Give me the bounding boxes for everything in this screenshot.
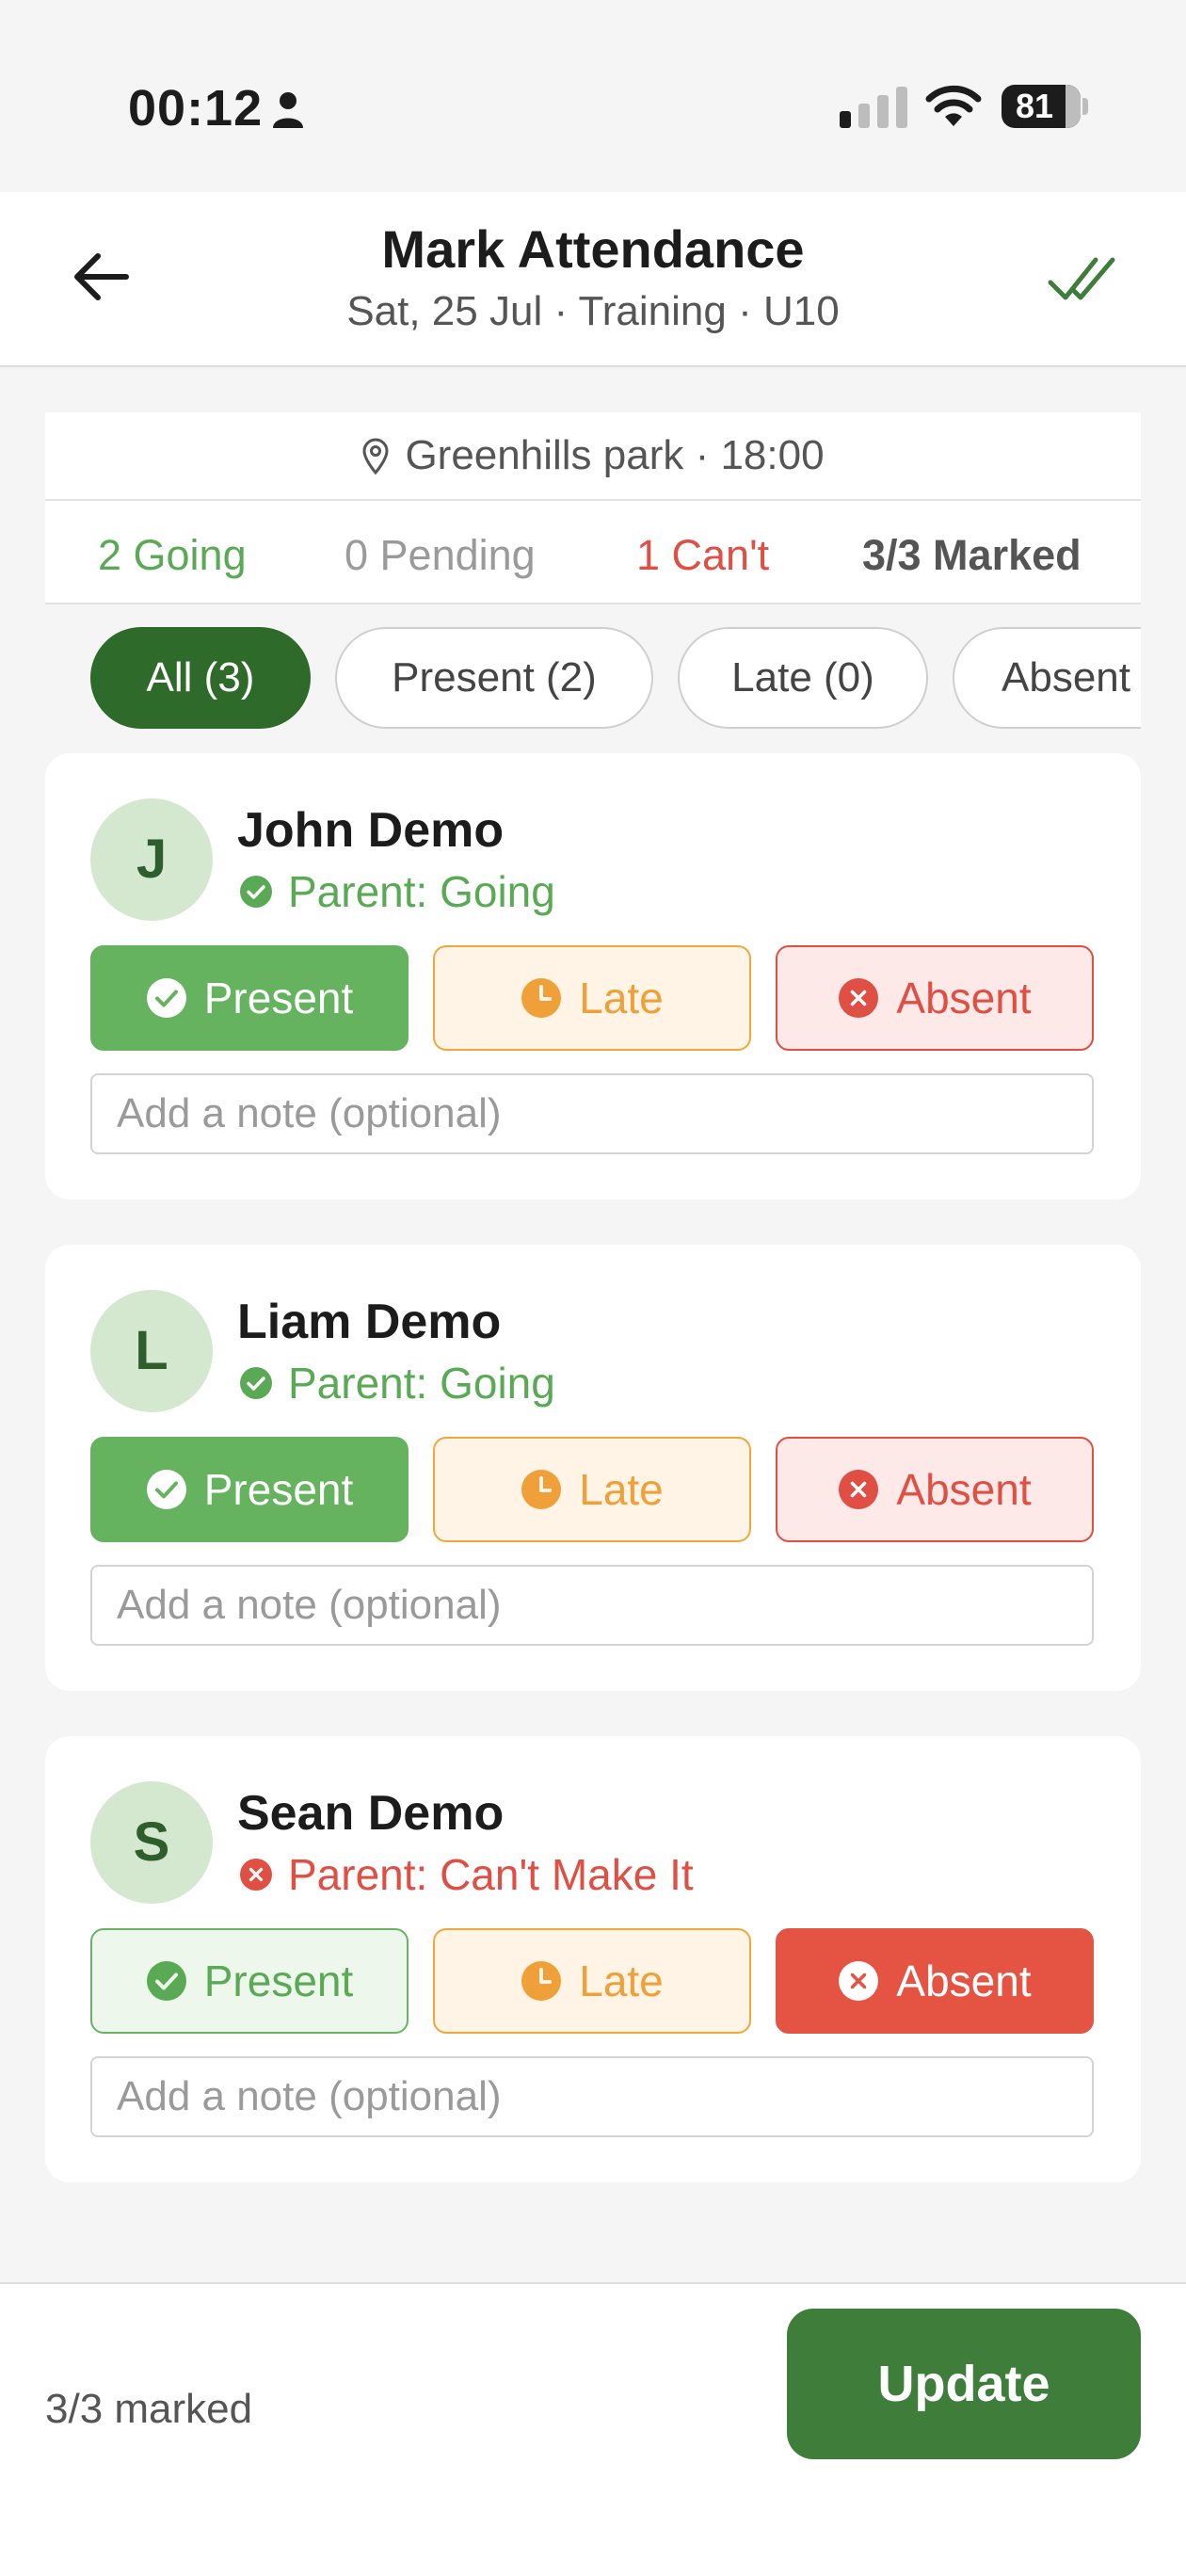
present-button[interactable]: Present	[90, 1437, 409, 1542]
page-subtitle: Sat, 25 Jul · Training · U10	[346, 288, 840, 334]
clock-icon	[521, 1961, 562, 2001]
player-card: L Liam Demo Parent: Going Present Late A…	[45, 1245, 1141, 1691]
absent-button[interactable]: Absent	[776, 945, 1094, 1051]
wifi-icon	[925, 85, 982, 126]
avatar: L	[90, 1290, 213, 1412]
event-location-row: Greenhills park · 18:00	[45, 412, 1141, 501]
present-button[interactable]: Present	[90, 945, 409, 1051]
player-card: J John Demo Parent: Going Present Late A…	[45, 753, 1141, 1199]
late-label: Late	[579, 1956, 664, 2005]
late-button[interactable]: Late	[433, 945, 751, 1051]
note-input[interactable]	[90, 1565, 1094, 1646]
map-pin-icon	[362, 438, 389, 475]
parent-status: Parent: Going	[239, 1358, 555, 1409]
filter-chip-present[interactable]: Present (2)	[335, 627, 653, 729]
player-card: S Sean Demo Parent: Can't Make It Presen…	[45, 1736, 1141, 2182]
update-button[interactable]: Update	[787, 2309, 1141, 2459]
event-location: Greenhills park · 18:00	[405, 432, 825, 478]
filter-chip-all[interactable]: All (3)	[90, 627, 311, 729]
parent-status: Parent: Can't Make It	[239, 1849, 694, 1900]
absent-label: Absent	[896, 1465, 1032, 1514]
absent-button[interactable]: Absent	[776, 1928, 1094, 2034]
x-circle-icon	[839, 978, 879, 1018]
stat-cant: 1 Can't	[636, 531, 770, 579]
late-button[interactable]: Late	[433, 1437, 751, 1542]
page-title: Mark Attendance	[381, 219, 805, 279]
note-input[interactable]	[90, 2056, 1094, 2137]
signal-icon	[840, 87, 907, 128]
parent-status-text: Parent: Can't Make It	[288, 1850, 694, 1899]
present-button[interactable]: Present	[90, 1928, 409, 2034]
clock-icon	[521, 978, 562, 1018]
present-label: Present	[203, 1465, 354, 1514]
check-circle-icon	[146, 1470, 186, 1509]
filter-chips: All (3) Present (2) Late (0) Absent (1)	[45, 625, 1141, 731]
clock-icon	[521, 1470, 562, 1509]
double-check-icon[interactable]	[1047, 247, 1116, 307]
filter-chip-absent[interactable]: Absent (1)	[953, 627, 1141, 729]
check-circle-icon	[146, 1961, 186, 2001]
parent-status: Parent: Going	[239, 866, 555, 917]
late-label: Late	[579, 974, 664, 1022]
present-label: Present	[203, 974, 354, 1022]
avatar: S	[90, 1781, 213, 1904]
x-circle-icon	[839, 1470, 879, 1509]
back-arrow-icon[interactable]	[66, 241, 137, 313]
x-circle-icon	[839, 1961, 879, 2001]
check-circle-icon	[240, 876, 272, 908]
battery-level: 81	[1015, 87, 1054, 125]
event-info-card: Greenhills park · 18:00 2 Going 0 Pendin…	[45, 412, 1141, 604]
player-name: Liam Demo	[237, 1295, 502, 1349]
absent-label: Absent	[896, 974, 1032, 1022]
late-button[interactable]: Late	[433, 1928, 751, 2034]
player-name: John Demo	[237, 803, 505, 858]
present-label: Present	[203, 1956, 354, 2005]
avatar: J	[90, 798, 213, 921]
attendance-summary: 2 Going 0 Pending 1 Can't 3/3 Marked	[45, 503, 1141, 603]
parent-status-text: Parent: Going	[288, 867, 555, 916]
absent-button[interactable]: Absent	[776, 1437, 1094, 1542]
stat-going: 2 Going	[98, 531, 247, 579]
check-circle-icon	[146, 978, 186, 1018]
status-time: 00:12	[128, 80, 264, 137]
stat-marked: 3/3 Marked	[862, 531, 1082, 579]
filter-chip-late[interactable]: Late (0)	[678, 627, 928, 729]
absent-label: Absent	[896, 1956, 1032, 2005]
late-label: Late	[579, 1465, 664, 1514]
note-input[interactable]	[90, 1073, 1094, 1154]
person-icon	[273, 92, 303, 128]
stat-pending: 0 Pending	[345, 531, 536, 579]
parent-status-text: Parent: Going	[288, 1359, 555, 1408]
battery-icon: 81	[1002, 85, 1088, 128]
status-bar: 00:12 81	[0, 0, 1186, 192]
footer-bar: 3/3 marked Update	[0, 2282, 1186, 2576]
check-circle-icon	[240, 1367, 272, 1399]
x-circle-icon	[240, 1859, 272, 1891]
marked-count: 3/3 marked	[45, 2386, 253, 2432]
player-name: Sean Demo	[237, 1786, 505, 1841]
